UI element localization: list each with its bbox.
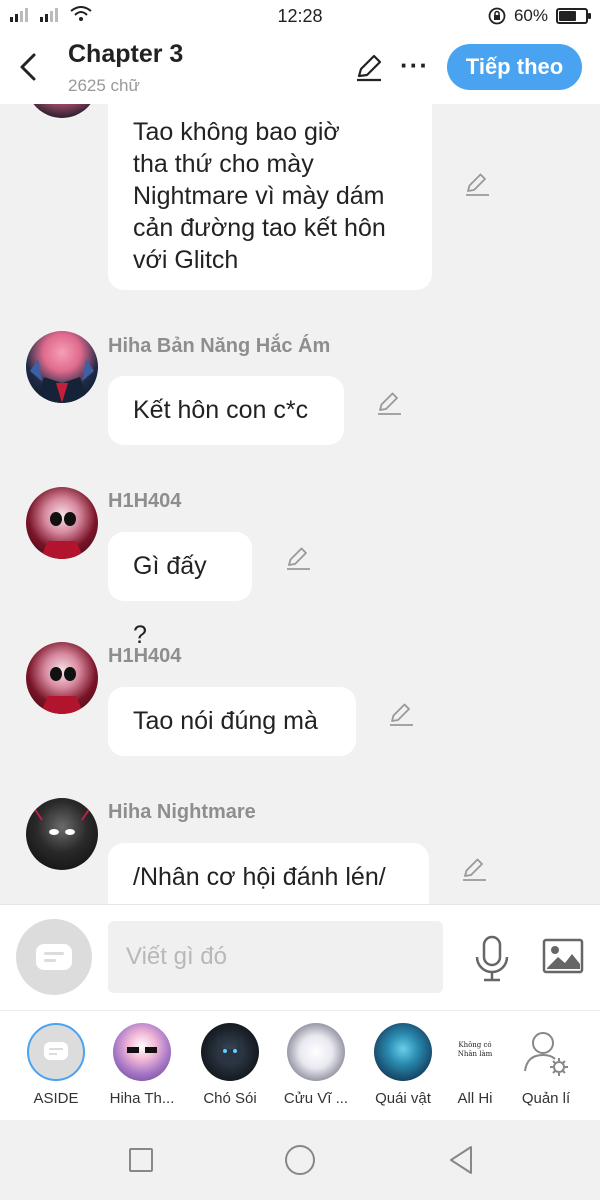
avatar[interactable] — [26, 487, 98, 559]
character-avatar — [374, 1023, 432, 1081]
battery-icon — [556, 8, 591, 24]
message-bubble[interactable]: /Nhân cơ hội đánh lén/ — [108, 843, 429, 904]
more-dots-icon[interactable]: ··· — [400, 50, 429, 81]
aside-toggle-button[interactable] — [16, 919, 92, 995]
avatar-text: Không có Nhân làm — [457, 1041, 493, 1058]
manage-characters-button[interactable]: Quản lí — [506, 1023, 586, 1107]
edit-title-pencil-icon[interactable] — [354, 52, 384, 82]
nav-back-icon[interactable] — [447, 1144, 475, 1176]
character-label: ASIDE — [33, 1090, 79, 1107]
character-avatar: Không có Nhân làm — [446, 1023, 504, 1081]
composer-bar — [0, 904, 600, 1010]
sender-name: Hiha Bản Năng Hắc Ám — [108, 335, 331, 357]
sender-name: H1H404 — [108, 645, 182, 667]
system-status: 60% — [488, 6, 591, 26]
word-count: 2625 chữ — [68, 76, 140, 95]
back-icon[interactable] — [14, 50, 42, 84]
status-bar: 12:28 60% — [0, 0, 600, 32]
chapter-header: Chapter 3 2625 chữ ··· Tiếp theo — [0, 32, 600, 104]
message-bubble[interactable]: Gì đấy ? — [108, 532, 252, 649]
edit-message-pencil-icon[interactable] — [375, 389, 403, 417]
battery-percent: 60% — [513, 6, 548, 25]
chat-bubble-icon — [36, 944, 72, 970]
character-item[interactable]: Chó Sói — [190, 1023, 270, 1107]
character-aside[interactable]: ASIDE — [16, 1023, 96, 1107]
message-input[interactable] — [108, 921, 443, 993]
next-chapter-button[interactable]: Tiếp theo — [447, 44, 582, 90]
message-bubble[interactable]: Tao không bao giờ tha thứ cho mày Nightm… — [108, 104, 432, 290]
recent-apps-icon[interactable] — [129, 1148, 153, 1172]
message-bubble[interactable]: Kết hôn con c*c — [108, 376, 344, 445]
character-avatar — [113, 1023, 171, 1081]
character-item[interactable]: Hiha Th... — [102, 1023, 182, 1107]
avatar[interactable] — [26, 104, 98, 118]
character-avatar — [287, 1023, 345, 1081]
edit-message-pencil-icon[interactable] — [463, 170, 491, 198]
rotation-lock-icon — [488, 7, 506, 25]
home-icon[interactable] — [285, 1145, 315, 1175]
character-item[interactable]: Quái vật — [363, 1023, 443, 1107]
character-label: Quản lí — [521, 1090, 571, 1107]
image-icon[interactable] — [542, 938, 584, 974]
sender-name: H1H404 — [108, 490, 182, 512]
microphone-icon[interactable] — [473, 935, 511, 983]
avatar[interactable] — [26, 331, 98, 403]
user-settings-icon — [517, 1023, 575, 1081]
character-label: Cửu Vĩ ... — [283, 1090, 349, 1107]
character-label: Hiha Th... — [109, 1090, 175, 1107]
character-label: Chó Sói — [203, 1090, 257, 1107]
page-title: Chapter 3 — [68, 40, 184, 68]
avatar[interactable] — [26, 642, 98, 714]
aside-icon — [27, 1023, 85, 1081]
edit-message-pencil-icon[interactable] — [460, 855, 488, 883]
message-bubble[interactable]: Tao nói đúng mà — [108, 687, 356, 756]
character-label: Quái vật — [375, 1090, 431, 1107]
character-item[interactable]: Không có Nhân làm All Hi — [435, 1023, 515, 1107]
character-tray: ASIDE Hiha Th... Chó Sói Cửu Vĩ ... Quái… — [0, 1010, 600, 1120]
avatar[interactable] — [26, 798, 98, 870]
sender-name: Hiha Nightmare — [108, 801, 256, 823]
character-avatar — [201, 1023, 259, 1081]
system-nav-bar — [0, 1120, 600, 1200]
edit-message-pencil-icon[interactable] — [387, 700, 415, 728]
character-item[interactable]: Cửu Vĩ ... — [276, 1023, 356, 1107]
character-label: All Hi — [457, 1090, 493, 1107]
edit-message-pencil-icon[interactable] — [284, 544, 312, 572]
message-list[interactable]: Tao không bao giờ tha thứ cho mày Nightm… — [0, 104, 600, 904]
